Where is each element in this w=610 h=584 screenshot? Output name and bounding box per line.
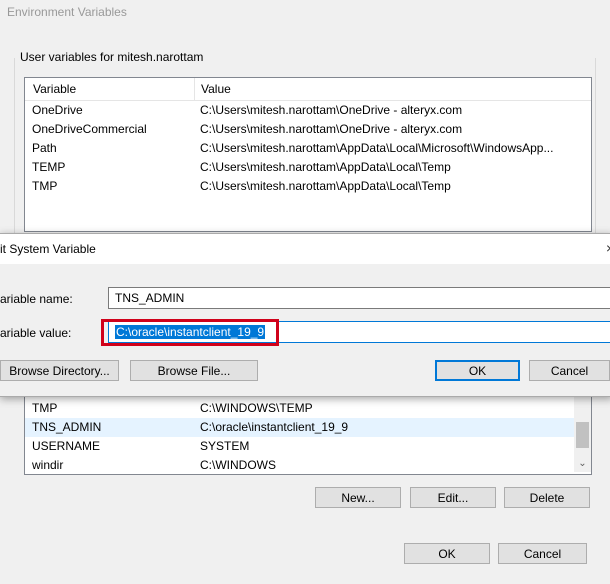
table-row[interactable]: Path C:\Users\mitesh.narottam\AppData\Loc…	[25, 139, 591, 158]
browse-directory-button[interactable]: Browse Directory...	[0, 360, 119, 381]
variable-cell: windir	[32, 458, 64, 472]
system-variables-list[interactable]: TMP C:\WINDOWS\TEMP TNS_ADMIN C:\oracle\in…	[24, 395, 592, 475]
variable-cell: USERNAME	[32, 439, 101, 453]
value-cell: SYSTEM	[200, 439, 250, 453]
list-header: Variable Value	[25, 78, 591, 101]
dialog-title: it System Variable	[0, 242, 96, 256]
table-row[interactable]: OneDrive C:\Users\mitesh.narottam\OneDriv…	[25, 101, 591, 120]
browse-file-button[interactable]: Browse File...	[130, 360, 258, 381]
value-cell: C:\WINDOWS	[200, 458, 276, 472]
edit-system-variable-dialog: it System Variable × ariable name: TNS_A…	[0, 233, 610, 397]
variable-value-label: ariable value:	[0, 326, 72, 340]
variable-cell: TEMP	[32, 160, 66, 174]
dialog-titlebar[interactable]: it System Variable ×	[0, 234, 610, 264]
value-cell: C:\Users\mitesh.narottam\AppData\Local\T…	[200, 160, 451, 174]
variable-value-field[interactable]: C:\oracle\instantclient_19_9	[108, 321, 610, 343]
user-rows: OneDrive C:\Users\mitesh.narottam\OneDriv…	[25, 101, 591, 196]
user-variables-label: User variables for mitesh.narottam	[17, 50, 207, 64]
dialog-cancel-button[interactable]: Cancel	[529, 360, 610, 381]
variable-cell: TMP	[32, 179, 58, 193]
variable-cell: Path	[32, 141, 57, 155]
variable-cell: TMP	[32, 401, 58, 415]
new-button[interactable]: New...	[315, 487, 401, 508]
table-row[interactable]: TMP C:\WINDOWS\TEMP	[25, 399, 591, 418]
scrollbar-thumb[interactable]	[576, 422, 589, 448]
dialog-ok-button[interactable]: OK	[435, 360, 520, 381]
column-separator[interactable]	[194, 78, 195, 100]
env-window-title: Environment Variables	[7, 5, 127, 19]
value-cell: C:\Users\mitesh.narottam\AppData\Local\M…	[200, 141, 554, 155]
table-row-selected[interactable]: TNS_ADMIN C:\oracle\instantclient_19_9	[25, 418, 591, 437]
scroll-down-arrow-icon[interactable]: ⌄	[577, 458, 588, 470]
value-cell: C:\oracle\instantclient_19_9	[200, 420, 349, 434]
value-cell: C:\Users\mitesh.narottam\AppData\Local\T…	[200, 179, 451, 193]
env-cancel-button[interactable]: Cancel	[498, 543, 587, 564]
selected-value-text: C:\oracle\instantclient_19_9	[115, 325, 266, 339]
value-cell: C:\Users\mitesh.narottam\OneDrive - alte…	[200, 122, 463, 136]
table-row[interactable]: TMP C:\Users\mitesh.narottam\AppData\Loca…	[25, 177, 591, 196]
value-cell: C:\WINDOWS\TEMP	[200, 401, 313, 415]
column-header-variable[interactable]: Variable	[33, 82, 76, 96]
user-variables-list[interactable]: Variable Value OneDrive C:\Users\mitesh.n…	[24, 77, 592, 232]
edit-button[interactable]: Edit...	[410, 487, 496, 508]
value-cell: C:\Users\mitesh.narottam\OneDrive - alte…	[200, 103, 463, 117]
variable-name-label: ariable name:	[0, 292, 73, 306]
column-header-value[interactable]: Value	[201, 82, 231, 96]
table-row[interactable]: USERNAME SYSTEM	[25, 437, 591, 456]
delete-button[interactable]: Delete	[504, 487, 590, 508]
table-row[interactable]: windir C:\WINDOWS	[25, 456, 591, 474]
variable-cell: OneDrive	[32, 103, 83, 117]
env-ok-button[interactable]: OK	[404, 543, 490, 564]
variable-cell: OneDriveCommercial	[32, 122, 147, 136]
close-icon[interactable]: ×	[606, 240, 610, 254]
vertical-scrollbar[interactable]: ⌄	[574, 396, 591, 472]
variable-cell: TNS_ADMIN	[32, 420, 102, 434]
table-row[interactable]: OneDriveCommercial C:\Users\mitesh.narott…	[25, 120, 591, 139]
system-rows: TMP C:\WINDOWS\TEMP TNS_ADMIN C:\oracle\in…	[25, 399, 591, 474]
variable-name-field[interactable]: TNS_ADMIN	[108, 287, 610, 309]
table-row[interactable]: TEMP C:\Users\mitesh.narottam\AppData\Loc…	[25, 158, 591, 177]
